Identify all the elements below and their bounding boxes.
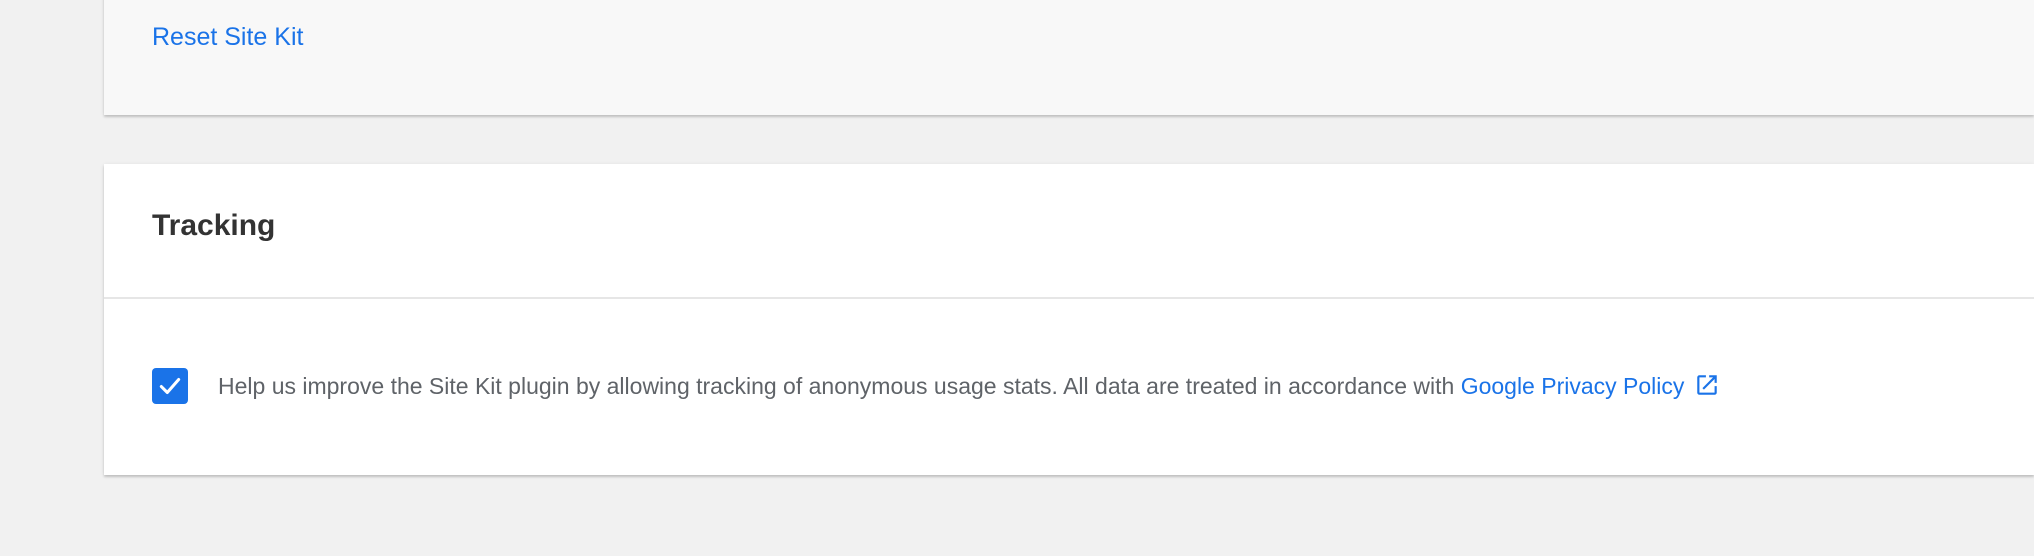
google-privacy-policy-link[interactable]: Google Privacy Policy xyxy=(1461,373,1721,399)
tracking-title: Tracking xyxy=(152,209,276,242)
tracking-description-row: Help us improve the Site Kit plugin by a… xyxy=(218,368,1720,404)
reset-card: Reset Site Kit xyxy=(104,0,2034,115)
settings-page: Reset Site Kit Tracking Help us improve … xyxy=(0,0,2034,556)
tracking-checkbox[interactable] xyxy=(152,368,188,404)
tracking-card-body: Help us improve the Site Kit plugin by a… xyxy=(104,299,2034,475)
tracking-description: Help us improve the Site Kit plugin by a… xyxy=(218,373,1461,399)
tracking-card: Tracking Help us improve the Site Kit pl… xyxy=(104,164,2034,475)
policy-link-label: Google Privacy Policy xyxy=(1460,373,1685,399)
checkmark-icon xyxy=(159,377,181,395)
reset-site-kit-link[interactable]: Reset Site Kit xyxy=(152,19,303,55)
tracking-card-header: Tracking xyxy=(104,164,2034,299)
external-link-icon xyxy=(1697,375,1718,395)
